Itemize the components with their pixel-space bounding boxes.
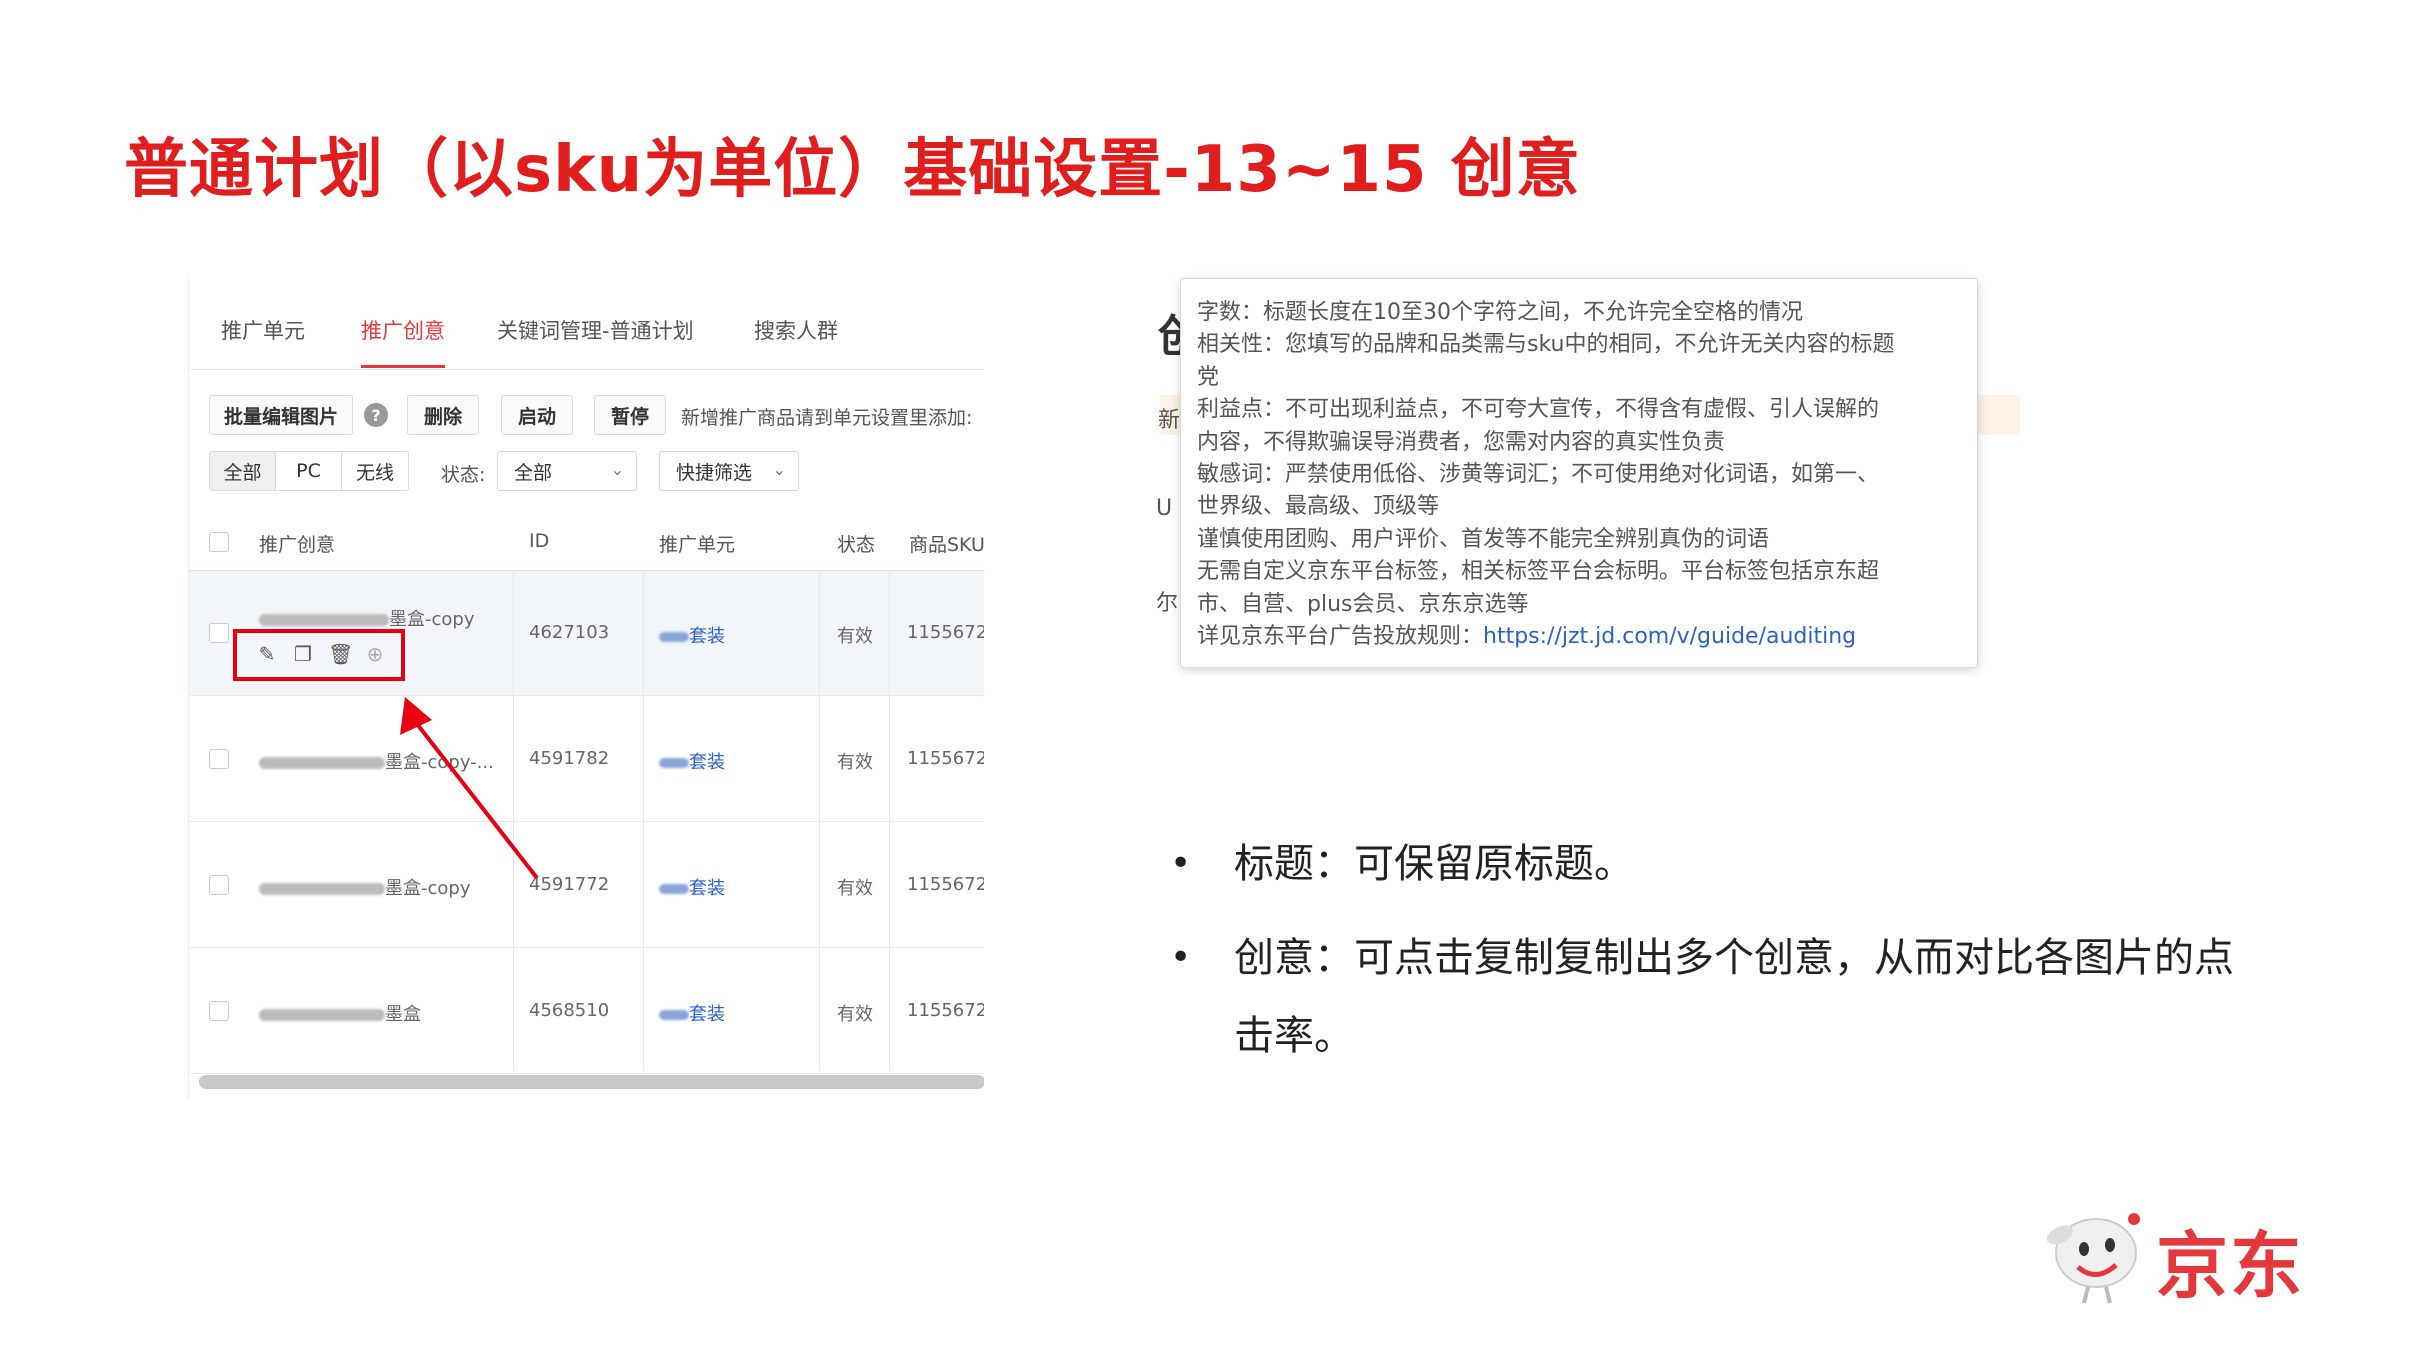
chevron-down-icon: ⌄ xyxy=(610,460,624,479)
tooltip-line: 世界级、最高级、顶级等 xyxy=(1197,494,1440,520)
tooltip-content: 字数：标题长度在10至30个字符之间，不允许完全空格的情况 相关性：您填写的品牌… xyxy=(1197,297,1972,653)
rule-prefix: 详见京东平台广告投放规则： xyxy=(1197,624,1484,650)
column-divider xyxy=(889,570,890,1070)
unit-link[interactable]: 套装 xyxy=(659,874,725,900)
status-select-value: 全部 xyxy=(514,461,553,484)
background-glyph: U xyxy=(1156,496,1173,521)
device-filter: 全部 PC 无线 xyxy=(209,451,409,491)
tooltip-rule-line: 详见京东平台广告投放规则：https://jzt.jd.com/v/guide/… xyxy=(1197,621,1972,653)
quick-filter-label: 快捷筛选 xyxy=(676,461,753,484)
pause-button[interactable]: 暂停 xyxy=(594,395,666,435)
quick-filter-select[interactable]: 快捷筛选 ⌄ xyxy=(659,451,799,491)
jd-dog-mascot-icon xyxy=(2046,1213,2140,1304)
question-circle-icon[interactable]: ? xyxy=(364,403,388,427)
slide-title: 普通计划（以sku为单位）基础设置-13~15 创意 xyxy=(124,133,1581,207)
background-glyph: 新 xyxy=(1158,408,1181,433)
tooltip-line: 利益点：不可出现利益点，不可夸大宣传，不得含有虚假、引人误解的 xyxy=(1197,397,1880,423)
logo-text: 京东 xyxy=(2156,1224,2305,1308)
rule-link[interactable]: https://jzt.jd.com/v/guide/auditing xyxy=(1483,624,1856,649)
filter-wireless[interactable]: 无线 xyxy=(342,452,408,490)
tab-keyword-management[interactable]: 关键词管理-普通计划 xyxy=(497,315,694,345)
tooltip-line: 党 xyxy=(1197,364,1220,390)
creative-status: 有效 xyxy=(837,752,873,773)
copy-icon[interactable]: ❐ xyxy=(292,643,314,665)
row-checkbox[interactable] xyxy=(209,1001,229,1021)
sku-value: 1155672 xyxy=(907,874,984,895)
creative-id: 4627103 xyxy=(529,622,610,643)
toolbar-tip: 新增推广商品请到单元设置里添加: xyxy=(681,407,973,429)
header-status: 状态 xyxy=(837,534,876,556)
tab-search-audience[interactable]: 搜索人群 xyxy=(754,315,838,345)
upload-icon[interactable]: ⊕ xyxy=(364,643,386,665)
unit-link[interactable]: 套装 xyxy=(659,748,725,774)
bullet-title: 标题：可保留原标题。 xyxy=(1170,825,2250,903)
column-divider xyxy=(643,570,644,1070)
creative-name: 墨盒-copy xyxy=(259,605,474,631)
select-all-checkbox[interactable] xyxy=(209,532,229,552)
creative-name: 墨盒 xyxy=(259,1000,421,1026)
arrow-head xyxy=(400,697,432,735)
filter-all[interactable]: 全部 xyxy=(210,452,276,490)
creative-status: 有效 xyxy=(837,1004,873,1025)
status-label: 状态: xyxy=(441,464,486,486)
batch-edit-images-button[interactable]: 批量编辑图片 xyxy=(209,395,353,435)
header-creative: 推广创意 xyxy=(259,534,336,556)
tooltip-line: 字数：标题长度在10至30个字符之间，不允许完全空格的情况 xyxy=(1197,300,1803,325)
delete-button[interactable]: 删除 xyxy=(407,395,479,435)
chevron-down-icon: ⌄ xyxy=(772,460,786,479)
tab-bar: 推广单元 推广创意 关键词管理-普通计划 搜索人群 xyxy=(189,275,984,370)
tab-promotion-unit[interactable]: 推广单元 xyxy=(221,315,305,345)
creative-id: 4568510 xyxy=(529,1000,610,1021)
column-divider xyxy=(819,570,820,1070)
status-select[interactable]: 全部 ⌄ xyxy=(497,451,637,491)
filter-pc[interactable]: PC xyxy=(276,452,342,490)
background-glyph: 尔 xyxy=(1156,591,1179,616)
sku-value: 1155672 xyxy=(907,1000,984,1021)
tooltip-line: 敏感词：严禁使用低俗、涉黄等词汇；不可使用绝对化词语，如第一、 xyxy=(1197,462,1880,488)
unit-link[interactable]: 套装 xyxy=(659,622,725,648)
tab-promotion-creative[interactable]: 推广创意 xyxy=(361,315,445,368)
sku-value: 1155672 xyxy=(907,622,984,643)
delete-icon[interactable]: 🗑 xyxy=(328,643,353,665)
tooltip-line: 谨慎使用团购、用户评价、首发等不能完全辨别真伪的词语 xyxy=(1197,526,1770,552)
horizontal-scrollbar[interactable] xyxy=(199,1075,984,1089)
creative-management-panel: 推广单元 推广创意 关键词管理-普通计划 搜索人群 批量编辑图片 ? 删除 启动… xyxy=(188,275,984,1100)
tooltip-line: 内容，不得欺骗误导消费者，您需对内容的真实性负责 xyxy=(1197,429,1726,455)
unit-link[interactable]: 套装 xyxy=(659,1000,725,1026)
row-checkbox[interactable] xyxy=(209,623,229,643)
bullet-list: 标题：可保留原标题。 创意：可点击复制复制出多个创意，从而对比各图片的点击率。 xyxy=(1170,825,2250,1075)
row-checkbox[interactable] xyxy=(209,875,229,895)
header-unit: 推广单元 xyxy=(659,534,736,556)
tooltip-line: 市、自营、plus会员、京东京选等 xyxy=(1197,591,1529,617)
header-id: ID xyxy=(529,530,550,552)
header-sku: 商品SKU xyxy=(909,534,984,556)
jd-logo: 京东 xyxy=(2038,1195,2338,1308)
tooltip-line: 无需自定义京东平台标签，相关标签平台会标明。平台标签包括京东超 xyxy=(1197,559,1880,585)
arrow-line xyxy=(408,713,539,880)
tooltip-line: 相关性：您填写的品牌和品类需与sku中的相同，不允许无关内容的标题 xyxy=(1197,332,1895,358)
bullet-creative: 创意：可点击复制复制出多个创意，从而对比各图片的点击率。 xyxy=(1170,919,2250,1075)
row-checkbox[interactable] xyxy=(209,749,229,769)
title-rules-tooltip: 字数：标题长度在10至30个字符之间，不允许完全空格的情况 相关性：您填写的品牌… xyxy=(1180,278,1978,668)
sku-value: 1155672 xyxy=(907,748,984,769)
creative-status: 有效 xyxy=(837,878,873,899)
start-button[interactable]: 启动 xyxy=(501,395,573,435)
creative-status: 有效 xyxy=(837,626,873,647)
edit-icon[interactable]: ✎ xyxy=(256,643,278,665)
annotation-arrow xyxy=(400,697,539,880)
